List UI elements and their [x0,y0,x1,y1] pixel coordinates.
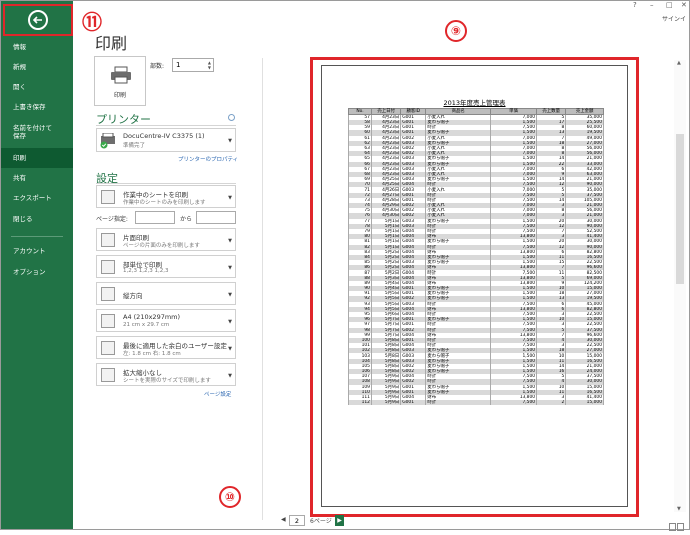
table-cell: 2 [536,400,567,406]
print-button-label: 印刷 [113,92,126,99]
paper-size-label: A4 (210x297mm) [123,313,181,321]
printer-status: 準備完了 [123,143,146,149]
printer-device-icon [100,133,115,149]
minimize-button[interactable]: – [650,1,654,9]
settings-divider [96,183,236,184]
restore-button[interactable]: □ [666,1,673,9]
one-sided-icon [101,233,115,247]
zoom-controls [669,516,687,531]
table-cell: 15,000 [565,400,604,406]
collate-desc: 1,2,3 1,2,3 1,2,3 [123,268,169,274]
printer-properties-link[interactable]: プリンターのプロパティ [178,155,238,163]
print-preview: 2013年度売上管理表 No. 売上日付 顧客ID 商品名 単価 売上数量 売上金額 57 4… [310,57,639,517]
sides-desc: ページの片面のみを印刷します [123,243,200,249]
sales-table: No. 売上日付 顧客ID 商品名 単価 売上数量 売上金額 57 4月23日 G001 小麦入れ… [348,108,604,406]
printer-name: DocuCentre-IV C3375 (1) [123,132,205,140]
page-number-input[interactable]: 2 [289,515,305,526]
page-setup-link[interactable]: ページ設定 [204,390,231,398]
collate-icon [101,260,115,274]
chevron-down-icon: ▼ [228,238,232,244]
chevron-down-icon: ▼ [228,373,232,379]
chevron-down-icon: ▼ [228,319,232,325]
signin-link[interactable]: サインイ [662,14,686,23]
sidebar-item-open[interactable]: 開く [1,83,73,91]
chevron-down-icon: ▼ [228,292,232,298]
page-from-input[interactable] [135,211,175,224]
copies-value: 1 [176,61,181,69]
page-title: 印刷 [95,34,128,53]
portrait-icon [101,287,115,301]
table-row: 112 5月9日 G001 時計 7,500 2 15,000 [348,400,604,406]
back-arrow-icon [28,10,48,30]
page-total: 6ページ [310,518,332,525]
table-body: 57 4月23日 G001 小麦入れ 7,000 5 35,000 58 4月23日 G001 麦わ… [348,114,604,406]
scaling-icon [101,368,115,382]
chevron-down-icon: ▼ [228,138,232,144]
pages-to-label: から [180,216,193,223]
copies-label: 部数: [150,63,165,70]
back-button[interactable] [3,4,73,36]
close-button[interactable]: ✕ [681,1,687,9]
preview-scrollbar[interactable]: ▲ ▼ [674,60,686,512]
margins-desc: 左: 1.8 cm 右: 1.8 cm [123,351,181,357]
scaling-select[interactable]: 拡大縮小なし シートを実際のサイズで印刷します ▼ [96,363,236,386]
document-title: 2013年度売上管理表 [443,99,506,107]
sidebar-item-save[interactable]: 上書き保存 [1,103,73,111]
help-icon[interactable]: ? [633,1,637,9]
pages-label: ページ指定: [96,216,128,223]
print-button[interactable]: 印刷 [94,56,146,106]
scaling-desc: シートを実際のサイズで印刷します [123,378,211,384]
sides-select[interactable]: 片面印刷 ページの片面のみを印刷します ▼ [96,228,236,251]
table-cell: 112 [348,400,372,406]
annotation-pager: ⑩ [219,486,241,508]
margins-icon [101,341,115,355]
orientation-label: 縦方向 [123,292,143,300]
printer-divider [96,125,236,126]
prev-page-button[interactable]: ◀ [281,516,286,523]
scroll-down-icon[interactable]: ▼ [677,506,681,512]
page-to-input[interactable] [196,211,236,224]
print-what-select[interactable]: 作業中のシートを印刷 作業中のシートのみを印刷します ▼ [96,185,236,208]
sidebar-item-info[interactable]: 情報 [1,43,73,51]
info-icon[interactable] [228,114,235,121]
table-cell: 7,500 [490,400,538,406]
paper-icon [101,314,115,328]
copies-spinner[interactable]: ▲ ▼ [208,60,211,70]
printer-select[interactable]: DocuCentre-IV C3375 (1) 準備完了 ▼ [96,128,236,152]
scroll-up-icon[interactable]: ▲ [677,60,681,66]
copies-input[interactable]: 1 ▲ ▼ [172,58,214,72]
sheet-icon [101,190,115,204]
table-cell: G001 [400,400,427,406]
backstage-sidebar: 情報 新規 開く 上書き保存 名前を付けて 保存 印刷 共有 エクスポート 閉じ… [1,1,73,529]
preview-page: 2013年度売上管理表 No. 売上日付 顧客ID 商品名 単価 売上数量 売上金額 57 4… [321,65,628,507]
sidebar-item-share[interactable]: 共有 [1,174,73,182]
annotation-preview: ⑨ [445,20,467,42]
sidebar-item-close[interactable]: 閉じる [1,215,73,223]
orientation-select[interactable]: 縦方向 ▼ [96,282,236,305]
printer-icon [111,66,131,84]
chevron-down-icon: ▼ [228,265,232,271]
table-cell: 時計 [425,400,492,406]
sidebar-item-print[interactable]: 印刷 [1,148,73,168]
collate-select[interactable]: 部単位で印刷 1,2,3 1,2,3 1,2,3 ▼ [96,255,236,278]
paper-size-desc: 21 cm x 29.7 cm [123,322,170,328]
margins-select[interactable]: 最後に適用した余白のユーザー設定 左: 1.8 cm 右: 1.8 cm ▼ [96,336,236,359]
scroll-thumb[interactable] [676,134,684,284]
table-cell: 5月9日 [370,400,402,406]
paper-size-select[interactable]: A4 (210x297mm) 21 cm x 29.7 cm ▼ [96,309,236,332]
sidebar-divider [11,236,63,237]
sidebar-item-save-as[interactable]: 名前を付けて 保存 [1,124,73,140]
sidebar-item-options[interactable]: オプション [1,268,73,276]
chevron-down-icon: ▼ [228,195,232,201]
chevron-down-icon: ▼ [228,346,232,352]
sidebar-item-new[interactable]: 新規 [1,63,73,71]
panel-divider [262,58,263,520]
print-what-desc: 作業中のシートのみを印刷します [123,200,206,206]
next-page-button[interactable]: ▶ [335,515,344,526]
sidebar-item-account[interactable]: アカウント [1,247,73,255]
sidebar-item-export[interactable]: エクスポート [1,194,73,202]
